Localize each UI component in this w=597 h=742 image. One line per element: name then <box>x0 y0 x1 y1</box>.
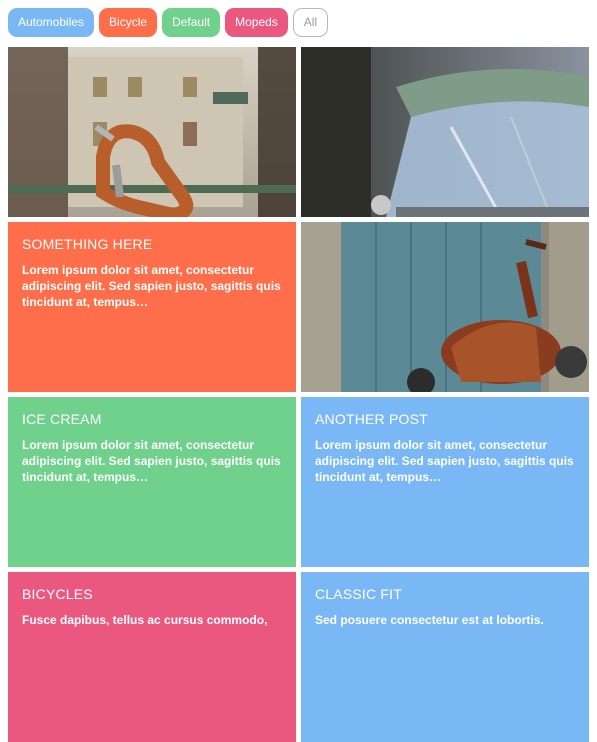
filter-all-button[interactable]: All <box>292 8 329 37</box>
filter-bar: Automobiles Bicycle Default Mopeds All <box>8 8 329 37</box>
post-title: SOMETHING HERE <box>22 236 153 252</box>
car-photo-tile[interactable] <box>301 47 589 217</box>
post-tile-bicycles[interactable]: BICYCLES Fusce dapibus, tellus ac cursus… <box>8 572 296 742</box>
post-tile-classic-fit[interactable]: CLASSIC FIT Sed posuere consectetur est … <box>301 572 589 742</box>
post-title: BICYCLES <box>22 586 93 602</box>
moped-photo-tile[interactable] <box>301 222 589 392</box>
post-excerpt: Fusce dapibus, tellus ac cursus commodo, <box>22 613 268 627</box>
bicycle-handlebar-photo-icon <box>8 47 296 217</box>
post-excerpt: Lorem ipsum dolor sit amet, consectetur … <box>22 263 281 309</box>
filter-default-button[interactable]: Default <box>162 8 221 37</box>
moped-photo-icon <box>301 222 589 392</box>
post-tile-ice-cream[interactable]: ICE CREAM Lorem ipsum dolor sit amet, co… <box>8 397 296 567</box>
bicycle-photo-tile[interactable] <box>8 47 296 217</box>
post-excerpt: Lorem ipsum dolor sit amet, consectetur … <box>315 438 574 484</box>
post-excerpt: Sed posuere consectetur est at lobortis. <box>315 613 544 627</box>
post-tile-something-here[interactable]: SOMETHING HERE Lorem ipsum dolor sit ame… <box>8 222 296 392</box>
post-title: CLASSIC FIT <box>315 586 402 602</box>
filter-bicycle-button[interactable]: Bicycle <box>99 8 158 37</box>
filter-automobiles-button[interactable]: Automobiles <box>8 8 95 37</box>
filter-mopeds-button[interactable]: Mopeds <box>225 8 288 37</box>
post-excerpt: Lorem ipsum dolor sit amet, consectetur … <box>22 438 281 484</box>
post-title: ICE CREAM <box>22 411 102 427</box>
post-title: ANOTHER POST <box>315 411 428 427</box>
post-tile-another-post[interactable]: ANOTHER POST Lorem ipsum dolor sit amet,… <box>301 397 589 567</box>
portfolio-grid: SOMETHING HERE Lorem ipsum dolor sit ame… <box>8 47 589 742</box>
car-windshield-photo-icon <box>301 47 589 217</box>
